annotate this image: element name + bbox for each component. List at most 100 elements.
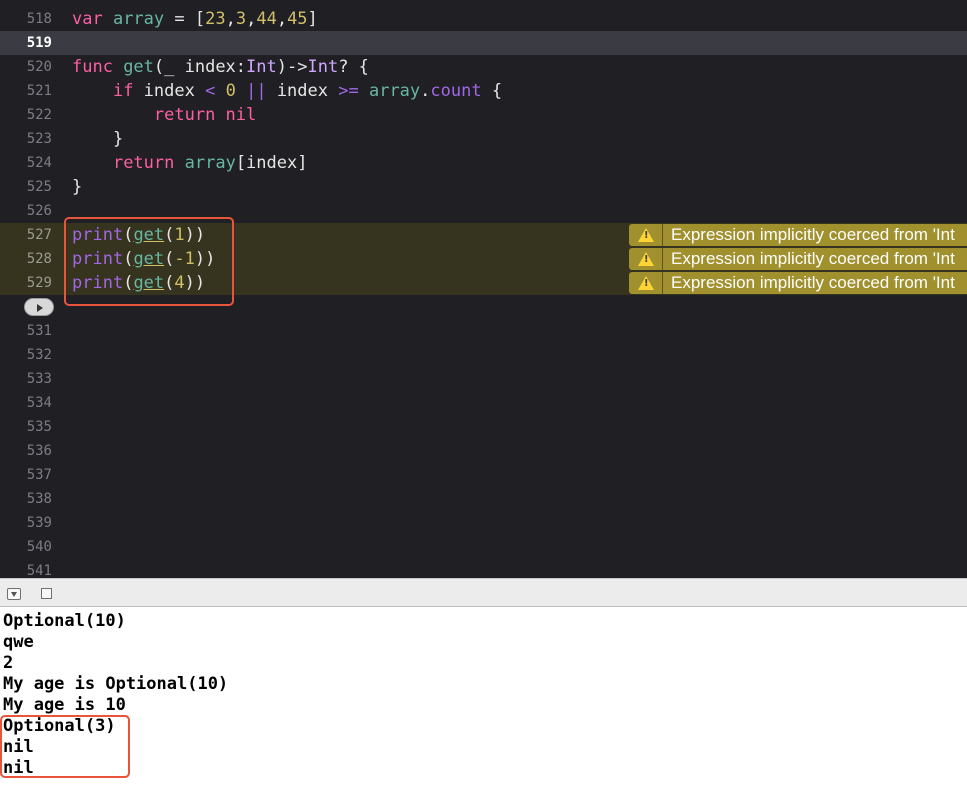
code-token: , bbox=[246, 9, 257, 29]
code-token: if bbox=[112, 81, 134, 101]
code-token: return nil bbox=[153, 105, 257, 125]
warning-triangle-icon bbox=[638, 252, 654, 266]
console-line: My age is 10 bbox=[3, 695, 126, 715]
warning-message: Expression implicitly coerced from 'Int bbox=[671, 249, 955, 268]
code-line[interactable]: 518 var array = [23,3,44,45] bbox=[0, 7, 967, 31]
code-token: [index] bbox=[235, 153, 308, 173]
code-text: } bbox=[72, 175, 82, 199]
code-line[interactable]: 531 bbox=[0, 319, 967, 343]
warning-banner[interactable]: Expression implicitly coerced from 'Int bbox=[629, 248, 967, 270]
line-number[interactable]: 524 bbox=[0, 151, 52, 175]
code-token: 44 bbox=[256, 9, 277, 29]
line-number[interactable]: 539 bbox=[0, 511, 52, 535]
code-line[interactable]: 532 bbox=[0, 343, 967, 367]
code-line[interactable]: 541 bbox=[0, 559, 967, 578]
code-token: . bbox=[420, 81, 431, 101]
code-line[interactable]: 540 bbox=[0, 535, 967, 559]
code-token: ] bbox=[307, 9, 318, 29]
line-number[interactable]: 534 bbox=[0, 391, 52, 415]
code-token: } bbox=[72, 129, 124, 149]
code-line[interactable]: 539 bbox=[0, 511, 967, 535]
code-token: < bbox=[205, 81, 216, 101]
line-number[interactable]: 526 bbox=[0, 199, 52, 223]
warning-triangle-icon bbox=[638, 276, 654, 290]
console-line: Optional(10) bbox=[3, 611, 126, 631]
warning-banner[interactable]: Expression implicitly coerced from 'Int bbox=[629, 224, 967, 246]
line-number[interactable]: 522 bbox=[0, 103, 52, 127]
warning-banner[interactable]: Expression implicitly coerced from 'Int bbox=[629, 272, 967, 294]
console-view-icon[interactable] bbox=[41, 588, 52, 599]
code-token: get bbox=[123, 57, 154, 77]
code-line[interactable]: 520 func get(_ index:Int)->Int? { bbox=[0, 55, 967, 79]
code-line[interactable]: 523 } bbox=[0, 127, 967, 151]
code-token: 45 bbox=[287, 9, 308, 29]
code-token: )-> bbox=[276, 57, 308, 77]
code-text: } bbox=[72, 127, 123, 151]
line-number[interactable]: 536 bbox=[0, 439, 52, 463]
code-line[interactable]: 521 if index < 0 || index >= array.count… bbox=[0, 79, 967, 103]
code-line[interactable]: 533 bbox=[0, 367, 967, 391]
code-text: if index < 0 || index >= array.count { bbox=[72, 79, 502, 103]
debug-area-bar bbox=[0, 578, 967, 607]
code-token: } bbox=[72, 177, 83, 197]
line-number[interactable]: 535 bbox=[0, 415, 52, 439]
code-text: return nil bbox=[72, 103, 256, 127]
code-token: ? { bbox=[338, 57, 369, 77]
warning-message: Expression implicitly coerced from 'Int bbox=[671, 273, 955, 292]
line-number[interactable]: 538 bbox=[0, 487, 52, 511]
line-number[interactable]: 537 bbox=[0, 463, 52, 487]
line-number[interactable]: 528 bbox=[0, 247, 52, 271]
hide-debug-area-icon[interactable] bbox=[7, 588, 21, 600]
code-line[interactable]: 534 bbox=[0, 391, 967, 415]
warning-message: Expression implicitly coerced from 'Int bbox=[671, 225, 955, 244]
code-token: 0 bbox=[225, 81, 236, 101]
code-token: count bbox=[430, 81, 482, 101]
code-line[interactable]: 538 bbox=[0, 487, 967, 511]
code-token: || bbox=[246, 81, 267, 101]
line-number[interactable]: 518 bbox=[0, 7, 52, 31]
line-number[interactable]: 531 bbox=[0, 319, 52, 343]
console-output[interactable]: Optional(10) qwe 2 My age is Optional(10) My… bbox=[0, 607, 967, 789]
code-line[interactable]: 522 return nil bbox=[0, 103, 967, 127]
console-line: 2 bbox=[3, 653, 14, 673]
warning-icon-box bbox=[629, 272, 663, 294]
code-text: func get(_ index:Int)->Int? { bbox=[72, 55, 369, 79]
console-line: My age is Optional(10) bbox=[3, 674, 229, 694]
code-token: (_ index: bbox=[153, 57, 247, 77]
code-editor[interactable]: 518 var array = [23,3,44,45] 519 520 func ge… bbox=[0, 0, 967, 578]
line-number[interactable]: 533 bbox=[0, 367, 52, 391]
code-token: array bbox=[112, 9, 165, 29]
code-token: index bbox=[266, 81, 339, 101]
line-number[interactable]: 532 bbox=[0, 343, 52, 367]
warning-icon-box bbox=[629, 224, 663, 246]
code-token: = [ bbox=[164, 9, 206, 29]
line-number[interactable]: 525 bbox=[0, 175, 52, 199]
line-number[interactable]: 519 bbox=[0, 31, 52, 55]
line-number[interactable]: 540 bbox=[0, 535, 52, 559]
code-token: func bbox=[72, 57, 124, 77]
line-number[interactable]: 521 bbox=[0, 79, 52, 103]
line-number[interactable]: 527 bbox=[0, 223, 52, 247]
code-token: array bbox=[368, 81, 421, 101]
code-token: Int bbox=[307, 57, 339, 77]
line-number[interactable]: 529 bbox=[0, 271, 52, 295]
code-token: , bbox=[225, 9, 236, 29]
code-line[interactable]: 535 bbox=[0, 415, 967, 439]
line-number[interactable]: 520 bbox=[0, 55, 52, 79]
code-line[interactable]: 524 return array[index] bbox=[0, 151, 967, 175]
line-number[interactable]: 523 bbox=[0, 127, 52, 151]
code-line[interactable]: 519 bbox=[0, 31, 967, 55]
code-line[interactable]: 536 bbox=[0, 439, 967, 463]
code-token: 23 bbox=[205, 9, 226, 29]
code-token: 3 bbox=[235, 9, 247, 29]
code-line[interactable]: 525} bbox=[0, 175, 967, 199]
line-number[interactable]: 541 bbox=[0, 559, 52, 578]
run-play-button[interactable] bbox=[24, 298, 54, 316]
code-token: { bbox=[481, 81, 503, 101]
code-line[interactable]: 537 bbox=[0, 463, 967, 487]
